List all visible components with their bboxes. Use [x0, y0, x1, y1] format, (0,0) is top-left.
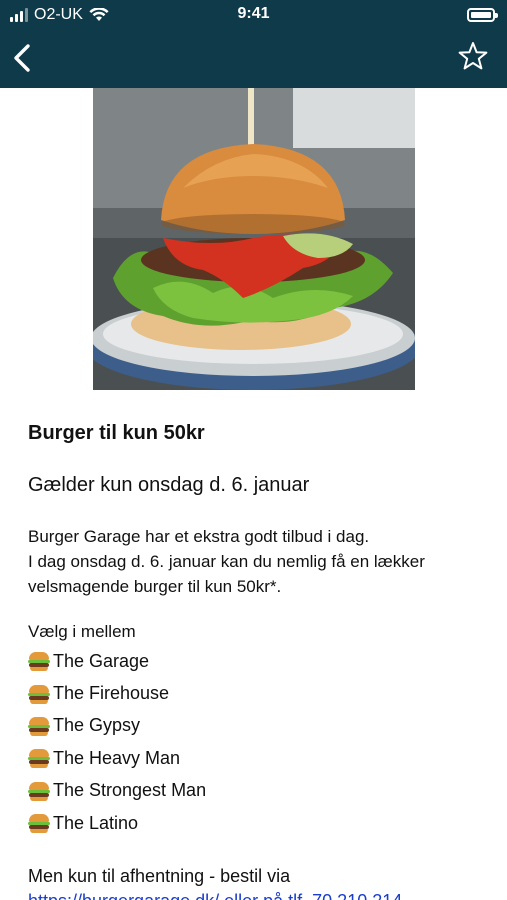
choose-label: Vælg i mellem: [28, 622, 136, 641]
paragraph-line: I dag onsdag d. 6. januar kan du nemlig …: [28, 552, 425, 571]
article-paragraph: Burger Garage har et ekstra godt tilbud …: [28, 524, 488, 599]
status-bar: O2-UK 9:41: [0, 0, 507, 30]
burger-menu-list: The Garage The Firehouse The Gypsy The H…: [28, 645, 488, 839]
burger-photo-illustration: [93, 88, 415, 390]
navigation-bar: [0, 30, 507, 88]
order-link[interactable]: https://burgergarage.dk/ eller på tlf. 7…: [28, 891, 402, 900]
burger-icon: [28, 748, 50, 769]
menu-item-label: The Garage: [53, 650, 150, 671]
pickup-text: Men kun til afhentning - bestil via: [28, 866, 291, 887]
menu-item-label: The Latino: [53, 812, 139, 833]
burger-icon: [28, 781, 50, 801]
menu-item: The Firehouse: [28, 677, 488, 709]
paragraph-line: velsmagende burger til kun 50kr*.: [28, 577, 282, 596]
star-outline-icon: [458, 42, 488, 70]
burger-photo: [93, 88, 415, 390]
burger-icon: [28, 684, 50, 704]
article-title: Burger til kun 50kr: [28, 422, 205, 444]
burger-icon: [28, 716, 50, 736]
menu-item-label: The Heavy Man: [53, 747, 181, 768]
battery-icon: [467, 8, 498, 22]
burger-icon: [28, 651, 50, 672]
menu-item: The Gypsy: [28, 710, 488, 742]
menu-item-label: The Strongest Man: [53, 780, 207, 801]
menu-item-label: The Firehouse: [53, 683, 170, 704]
favorite-button[interactable]: [457, 40, 489, 72]
menu-item-label: The Gypsy: [53, 715, 141, 736]
back-button[interactable]: [8, 38, 42, 78]
burger-icon: [28, 813, 50, 834]
chevron-left-icon: [14, 44, 30, 72]
menu-item: The Heavy Man: [28, 742, 488, 774]
menu-item: The Strongest Man: [28, 775, 488, 807]
article-content: Burger til kun 50kr Gælder kun onsdag d.…: [28, 420, 488, 900]
paragraph-line: Burger Garage har et ekstra godt tilbud …: [28, 527, 370, 546]
menu-item: The Latino: [28, 807, 488, 839]
menu-item: The Garage: [28, 645, 488, 677]
article-subtitle: Gælder kun onsdag d. 6. januar: [28, 474, 310, 496]
status-time: 9:41: [237, 5, 270, 22]
top-bar: O2-UK 9:41: [0, 0, 507, 88]
